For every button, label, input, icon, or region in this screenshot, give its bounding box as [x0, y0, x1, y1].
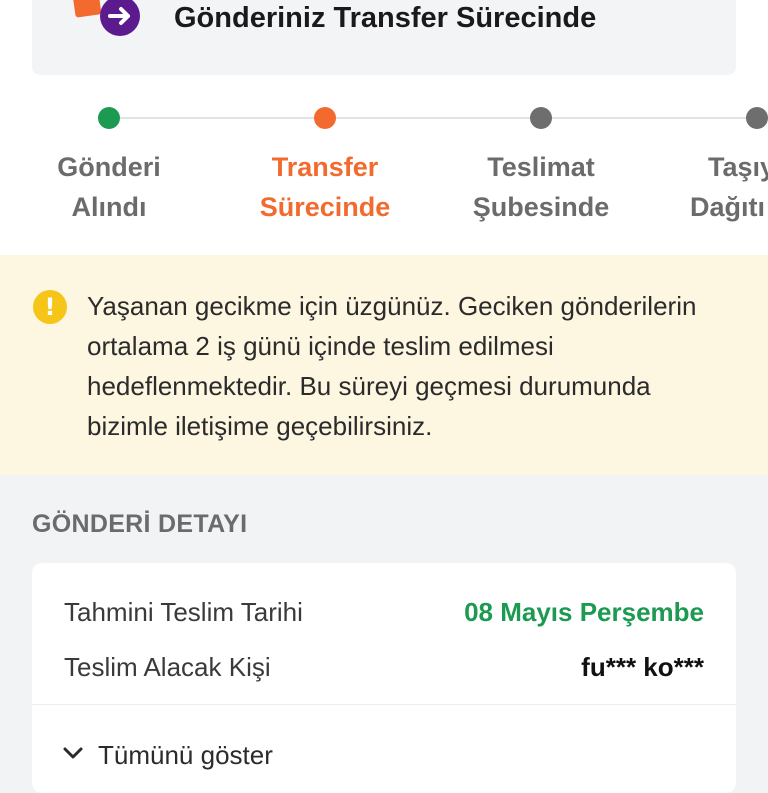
status-title: Gönderiniz Transfer Sürecinde	[174, 2, 597, 34]
step-dot-transfer	[314, 107, 336, 129]
show-all-toggle[interactable]: Tümünü göster	[62, 735, 273, 775]
step-dot-out-for-delivery	[746, 107, 768, 129]
progress-stepper: Gönderi Alındı Transfer Sürecinde Teslimat…	[0, 100, 768, 230]
delay-warning-banner: ! Yaşanan gecikme için üzgünüz. Geciken …	[0, 255, 768, 475]
step-connector	[336, 117, 530, 119]
show-all-label: Tümünü göster	[98, 739, 273, 770]
shipment-detail-card: Tahmini Teslim Tarihi 08 Mayıs Perşembe …	[32, 563, 736, 793]
status-header-area: Gönderiniz Transfer Sürecinde Gönderi Alı…	[0, 0, 768, 255]
estimated-delivery-label: Tahmini Teslim Tarihi	[64, 597, 303, 627]
section-title: GÖNDERİ DETAYI	[32, 510, 248, 538]
status-icon	[72, 0, 144, 36]
warning-text: Yaşanan gecikme için üzgünüz. Geciken gö…	[87, 291, 697, 441]
recipient-label: Teslim Alacak Kişi	[64, 652, 271, 682]
step-connector	[120, 117, 314, 119]
step-connector	[552, 117, 746, 119]
divider	[32, 704, 736, 705]
step-dot-received	[98, 107, 120, 129]
chevron-down-icon	[62, 746, 84, 765]
step-label-delivery-branch: Teslimat Şubesinde	[472, 152, 610, 222]
step-label-out-for-delivery: Taşıy Dağıtı	[690, 152, 768, 222]
recipient-value: fu*** ko***	[581, 652, 704, 682]
step-label-transfer: Transfer Sürecinde	[259, 152, 391, 222]
exclamation-circle-icon: !	[33, 290, 67, 324]
estimated-delivery-value: 08 Mayıs Perşembe	[464, 597, 704, 627]
step-label-received: Gönderi Alındı	[57, 152, 161, 222]
step-dot-delivery-branch	[530, 107, 552, 129]
